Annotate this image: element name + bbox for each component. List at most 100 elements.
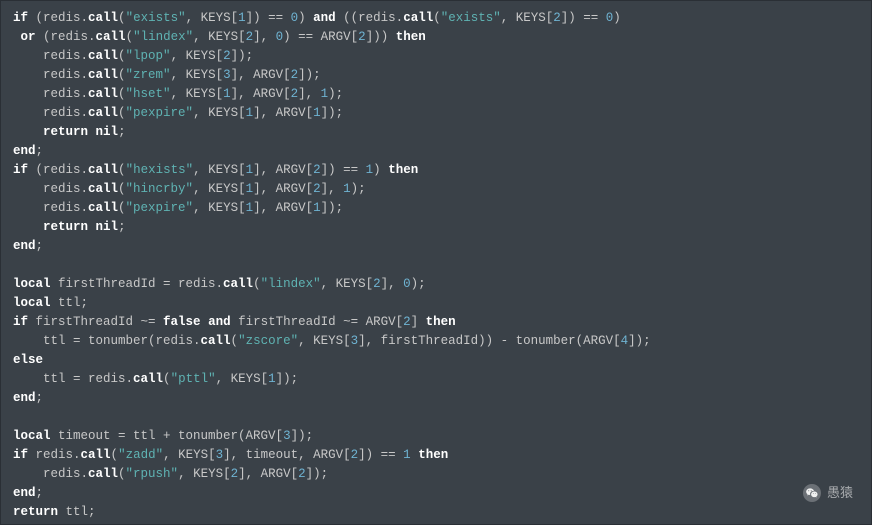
code-token: ; bbox=[36, 391, 44, 405]
code-token: "lpop" bbox=[126, 49, 171, 63]
code-line: redis.call("rpush", KEYS[2], ARGV[2]); bbox=[13, 465, 859, 484]
code-token: ( bbox=[231, 334, 239, 348]
code-token: ], ARGV[ bbox=[231, 87, 291, 101]
code-line: return nil; bbox=[13, 218, 859, 237]
code-token bbox=[13, 220, 43, 234]
code-token: ( bbox=[111, 448, 119, 462]
code-token: ]) == bbox=[246, 11, 291, 25]
code-token: ttl; bbox=[58, 505, 96, 519]
code-token: ; bbox=[36, 486, 44, 500]
code-token: ], bbox=[321, 182, 344, 196]
code-token: 2 bbox=[403, 315, 411, 329]
code-token: ttl; bbox=[51, 296, 89, 310]
code-line: end; bbox=[13, 484, 859, 503]
code-token: 2 bbox=[291, 68, 299, 82]
code-token: return bbox=[13, 505, 58, 519]
code-line: ttl = tonumber(redis.call("zscore", KEYS… bbox=[13, 332, 859, 351]
code-token: 2 bbox=[291, 87, 299, 101]
code-token: ], bbox=[381, 277, 404, 291]
code-token: ]); bbox=[231, 49, 254, 63]
code-line: end; bbox=[13, 389, 859, 408]
code-block[interactable]: if (redis.call("exists", KEYS[1]) == 0) … bbox=[13, 9, 859, 522]
code-token: ; bbox=[36, 144, 44, 158]
code-line bbox=[13, 408, 859, 427]
code-token: return bbox=[43, 220, 88, 234]
code-token: 1 bbox=[313, 106, 321, 120]
code-token: firstThreadId ~= ARGV[ bbox=[231, 315, 404, 329]
code-token: , KEYS[ bbox=[186, 11, 239, 25]
code-token: end bbox=[13, 239, 36, 253]
code-token: redis. bbox=[13, 68, 88, 82]
code-token: then bbox=[388, 163, 418, 177]
code-token: then bbox=[418, 448, 448, 462]
code-token: ]); bbox=[276, 372, 299, 386]
code-token: call bbox=[88, 467, 118, 481]
code-token: ; bbox=[36, 239, 44, 253]
code-token bbox=[88, 125, 96, 139]
code-line: if firstThreadId ~= false and firstThrea… bbox=[13, 313, 859, 332]
code-token: ( bbox=[118, 87, 126, 101]
code-token: , KEYS[ bbox=[193, 30, 246, 44]
code-token: 3 bbox=[283, 429, 291, 443]
code-token: 1 bbox=[246, 201, 254, 215]
code-token bbox=[13, 30, 21, 44]
code-token: call bbox=[201, 334, 231, 348]
code-token: ((redis. bbox=[336, 11, 404, 25]
code-token: ]) == bbox=[561, 11, 606, 25]
code-token: , KEYS[ bbox=[163, 448, 216, 462]
code-token: end bbox=[13, 486, 36, 500]
code-token: ]); bbox=[628, 334, 651, 348]
code-token: "exists" bbox=[441, 11, 501, 25]
code-token: , KEYS[ bbox=[171, 87, 224, 101]
code-token: or bbox=[21, 30, 36, 44]
code-token: "lindex" bbox=[133, 30, 193, 44]
code-token: 1 bbox=[313, 201, 321, 215]
code-token: call bbox=[88, 68, 118, 82]
code-token: (redis. bbox=[28, 11, 88, 25]
watermark-label: 愚猿 bbox=[827, 483, 853, 502]
code-token: 3 bbox=[216, 448, 224, 462]
code-line: redis.call("hset", KEYS[1], ARGV[2], 1); bbox=[13, 85, 859, 104]
code-token: 2 bbox=[553, 11, 561, 25]
code-token: 1 bbox=[403, 448, 411, 462]
code-line: end; bbox=[13, 237, 859, 256]
code-token: call bbox=[223, 277, 253, 291]
code-token: ttl = tonumber(redis. bbox=[13, 334, 201, 348]
code-token: ); bbox=[328, 87, 343, 101]
code-token: ( bbox=[118, 163, 126, 177]
code-token: ); bbox=[411, 277, 426, 291]
code-token: redis. bbox=[13, 182, 88, 196]
code-line: redis.call("hincrby", KEYS[1], ARGV[2], … bbox=[13, 180, 859, 199]
code-token: if bbox=[13, 315, 28, 329]
code-line: redis.call("zrem", KEYS[3], ARGV[2]); bbox=[13, 66, 859, 85]
code-token: "hset" bbox=[126, 87, 171, 101]
code-token: false bbox=[163, 315, 201, 329]
code-token: firstThreadId ~= bbox=[28, 315, 163, 329]
code-token: ( bbox=[118, 182, 126, 196]
code-token: ], bbox=[298, 87, 321, 101]
code-line: or (redis.call("lindex", KEYS[2], 0) == … bbox=[13, 28, 859, 47]
code-token: , KEYS[ bbox=[178, 467, 231, 481]
code-token: redis. bbox=[28, 448, 81, 462]
code-line: local ttl; bbox=[13, 294, 859, 313]
code-token: ])) bbox=[366, 30, 396, 44]
code-token: redis. bbox=[13, 201, 88, 215]
code-token: call bbox=[88, 106, 118, 120]
code-token: 2 bbox=[313, 163, 321, 177]
code-token: redis. bbox=[13, 467, 88, 481]
code-token: ) bbox=[373, 163, 388, 177]
code-token: ; bbox=[118, 220, 126, 234]
code-token: call bbox=[403, 11, 433, 25]
code-token: ( bbox=[118, 68, 126, 82]
code-token: call bbox=[81, 448, 111, 462]
code-token: 2 bbox=[373, 277, 381, 291]
code-token: call bbox=[88, 87, 118, 101]
code-line: return nil; bbox=[13, 123, 859, 142]
code-token: ( bbox=[118, 49, 126, 63]
code-line: end; bbox=[13, 142, 859, 161]
code-line: return ttl; bbox=[13, 503, 859, 522]
code-token: ( bbox=[118, 106, 126, 120]
code-token: 2 bbox=[231, 467, 239, 481]
code-token: ttl = redis. bbox=[13, 372, 133, 386]
code-token: 2 bbox=[313, 182, 321, 196]
